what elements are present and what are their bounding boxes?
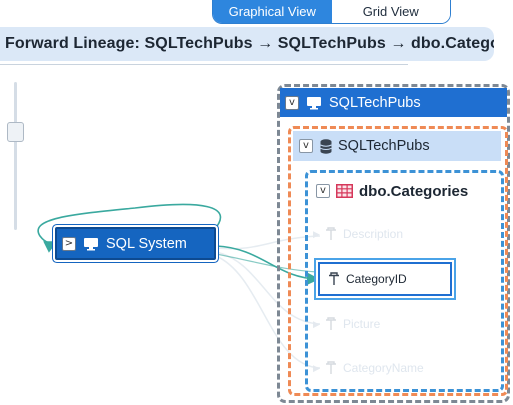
grid-view-tab[interactable]: Grid View [331,0,450,23]
sql-system-label: SQL System [106,235,187,252]
column-label: CategoryName [343,361,424,375]
server-label: SQLTechPubs [329,94,421,111]
collapse-button[interactable]: v [285,95,299,110]
server-header[interactable]: v SQLTechPubs [280,88,507,117]
zoom-slider-track[interactable] [14,82,17,230]
title-divider [0,64,408,65]
view-toggle: Graphical View Grid View [212,0,451,24]
database-icon [320,138,332,154]
database-header[interactable]: v SQLTechPubs [293,131,501,161]
database-label: SQLTechPubs [338,138,430,154]
column-key-icon [326,317,336,330]
column-key-icon [326,227,336,240]
column-key-icon [329,272,339,285]
column-label: Picture [343,317,381,331]
table-header[interactable]: v dbo.Categories [310,176,499,206]
collapse-button[interactable]: v [299,139,313,153]
column-label: CategoryID [346,272,407,286]
column-label: Description [343,227,404,241]
column-categoryname[interactable]: ▶ CategoryName [313,358,463,378]
collapse-button[interactable]: v [316,184,330,198]
expand-arrow-icon: ▶ [313,228,320,239]
table-grid-icon [336,184,353,198]
expand-button[interactable]: > [62,236,76,251]
page-title: Forward Lineage: SQLTechPubs → SQLTechPu… [5,35,494,52]
monitor-icon [307,96,321,109]
zoom-slider-handle[interactable] [7,122,24,142]
expand-arrow-icon: ▶ [313,362,320,373]
lineage-title-bar: Forward Lineage: SQLTechPubs → SQLTechPu… [0,27,494,61]
sql-system-node[interactable]: > SQL System [55,227,216,260]
column-categoryid[interactable]: CategoryID [318,262,452,296]
graphical-view-tab[interactable]: Graphical View [213,0,332,23]
expand-arrow-icon: ▶ [313,318,320,329]
column-description[interactable]: ▶ Description [313,224,463,244]
column-picture[interactable]: ▶ Picture [313,314,463,334]
monitor-icon [84,237,98,250]
table-label: dbo.Categories [359,182,469,200]
column-key-icon [326,361,336,374]
